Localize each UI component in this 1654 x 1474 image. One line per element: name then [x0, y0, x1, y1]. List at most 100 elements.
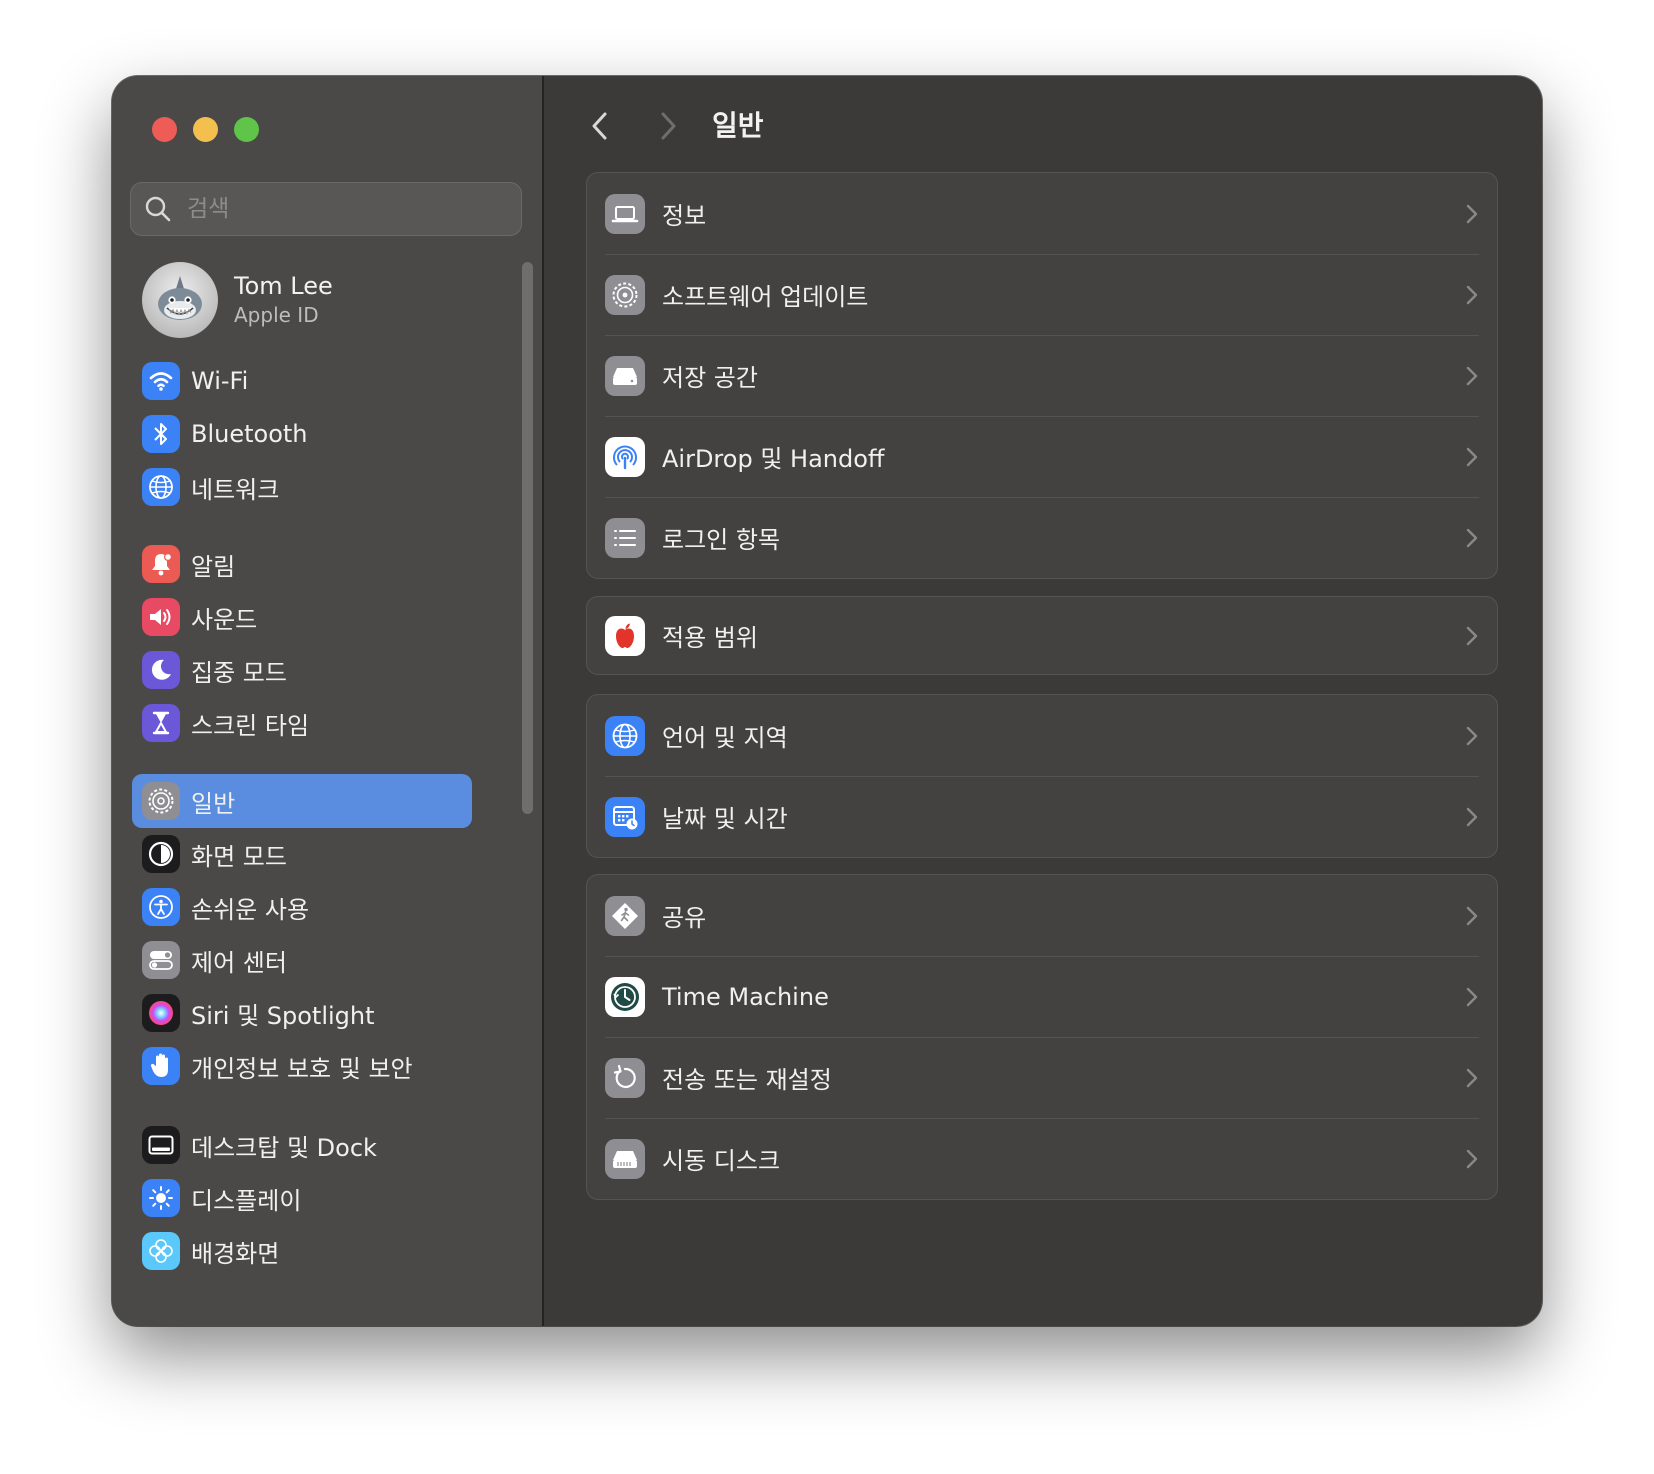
- row-label: 로그인 항목: [662, 526, 781, 554]
- chevron-right-icon: [661, 112, 676, 140]
- minimize-button[interactable]: [193, 117, 218, 142]
- sidebar-item-wifi[interactable]: Wi-Fi: [132, 354, 472, 408]
- chevron-right-icon: [1466, 726, 1478, 746]
- sidebar-item-displays[interactable]: 디스플레이: [132, 1171, 472, 1225]
- sidebar-item-label: 알림: [191, 552, 236, 581]
- row-login-items[interactable]: 로그인 항목: [587, 497, 1497, 578]
- flower-icon: [142, 1232, 180, 1270]
- gear-icon: [142, 782, 180, 820]
- search-input[interactable]: [185, 195, 509, 223]
- settings-window: Tom Lee Apple ID Wi-Fi Bluetooth 네트워크: [112, 76, 1542, 1326]
- accessibility-icon: [142, 888, 180, 926]
- back-button[interactable]: [582, 108, 618, 144]
- airdrop-icon: [605, 436, 645, 477]
- sidebar-item-sound[interactable]: 사운드: [132, 590, 472, 644]
- row-label: 날짜 및 시간: [662, 805, 788, 833]
- moon-icon: [142, 651, 180, 689]
- sidebar-item-label: 개인정보 보호 및 보안: [191, 1054, 413, 1083]
- sidebar-item-label: 집중 모드: [191, 658, 287, 687]
- sidebar-item-label: 손쉬운 사용: [191, 895, 310, 924]
- sidebar-item-label: Siri 및 Spotlight: [191, 1001, 375, 1030]
- row-about[interactable]: 정보: [587, 173, 1497, 254]
- settings-group: 정보 소프트웨어 업데이트 저장 공간 AirDrop 및 Handoff 로그…: [586, 172, 1498, 579]
- sidebar-item-label: 스크린 타임: [191, 711, 310, 740]
- chevron-right-icon: [1466, 626, 1478, 646]
- shark-avatar-icon: [158, 276, 202, 320]
- sidebar-item-screen-time[interactable]: 스크린 타임: [132, 696, 472, 750]
- row-label: 전송 또는 재설정: [662, 1066, 832, 1094]
- globe-icon: [142, 468, 180, 506]
- sidebar-item-wallpaper[interactable]: 배경화면: [132, 1224, 472, 1278]
- row-label: 공유: [662, 904, 707, 932]
- speaker-icon: [142, 598, 180, 636]
- drive-icon: [605, 355, 645, 396]
- sidebar-item-privacy-security[interactable]: 개인정보 보호 및 보안: [132, 1039, 472, 1093]
- chevron-right-icon: [1466, 204, 1478, 224]
- sidebar-scrollbar[interactable]: [522, 262, 533, 814]
- chevron-right-icon: [1466, 528, 1478, 548]
- sidebar-item-appearance[interactable]: 화면 모드: [132, 827, 472, 881]
- settings-group: 언어 및 지역 날짜 및 시간: [586, 694, 1498, 858]
- sidebar-item-network[interactable]: 네트워크: [132, 460, 472, 514]
- window-controls: [152, 117, 259, 142]
- zoom-button[interactable]: [234, 117, 259, 142]
- row-coverage[interactable]: 적용 범위: [587, 597, 1497, 674]
- startup-disk-icon: [605, 1138, 645, 1179]
- gear-badge-icon: [605, 274, 645, 315]
- sidebar-item-accessibility[interactable]: 손쉬운 사용: [132, 880, 472, 934]
- calendar-clock-icon: [605, 796, 645, 837]
- sidebar-item-focus[interactable]: 집중 모드: [132, 643, 472, 697]
- row-label: 정보: [662, 202, 707, 230]
- sidebar-item-siri-spotlight[interactable]: Siri 및 Spotlight: [132, 986, 472, 1040]
- chevron-left-icon: [592, 112, 607, 140]
- chevron-right-icon: [1466, 987, 1478, 1007]
- close-button[interactable]: [152, 117, 177, 142]
- sidebar-item-desktop-dock[interactable]: 데스크탑 및 Dock: [132, 1118, 472, 1172]
- appearance-icon: [142, 835, 180, 873]
- sidebar-item-control-center[interactable]: 제어 센터: [132, 933, 472, 987]
- row-label: Time Machine: [662, 982, 829, 1011]
- sidebar-item-label: 일반: [191, 789, 236, 818]
- apple-id-profile[interactable]: Tom Lee Apple ID: [142, 262, 333, 338]
- sidebar-item-label: 화면 모드: [191, 842, 287, 871]
- globe-icon: [605, 715, 645, 756]
- sidebar-item-label: 배경화면: [191, 1239, 280, 1268]
- sidebar-item-label: Wi-Fi: [191, 367, 249, 395]
- search-icon: [145, 196, 171, 222]
- bell-icon: [142, 545, 180, 583]
- chevron-right-icon: [1466, 807, 1478, 827]
- sidebar-item-label: 네트워크: [191, 475, 280, 504]
- wifi-icon: [142, 362, 180, 400]
- row-label: 적용 범위: [662, 624, 758, 652]
- row-label: AirDrop 및 Handoff: [662, 445, 885, 473]
- time-machine-icon: [605, 976, 645, 1017]
- row-transfer-reset[interactable]: 전송 또는 재설정: [587, 1037, 1497, 1118]
- list-icon: [605, 517, 645, 558]
- main-pane: 일반 정보 소프트웨어 업데이트 저장 공간 AirDrop 및 Handoff…: [544, 76, 1542, 1326]
- apple-logo-icon: [605, 615, 645, 656]
- row-storage[interactable]: 저장 공간: [587, 335, 1497, 416]
- row-time-machine[interactable]: Time Machine: [587, 956, 1497, 1037]
- chevron-right-icon: [1466, 366, 1478, 386]
- settings-group: 공유 Time Machine 전송 또는 재설정 시동 디스크: [586, 874, 1498, 1200]
- forward-button[interactable]: [650, 108, 686, 144]
- profile-subtitle: Apple ID: [234, 303, 319, 327]
- row-sharing[interactable]: 공유: [587, 875, 1497, 956]
- chevron-right-icon: [1466, 285, 1478, 305]
- chevron-right-icon: [1466, 1068, 1478, 1088]
- avatar: [142, 262, 218, 338]
- row-startup-disk[interactable]: 시동 디스크: [587, 1118, 1497, 1199]
- sidebar-item-label: 데스크탑 및 Dock: [191, 1133, 377, 1162]
- row-software-update[interactable]: 소프트웨어 업데이트: [587, 254, 1497, 335]
- search-field[interactable]: [130, 182, 522, 236]
- row-airdrop-handoff[interactable]: AirDrop 및 Handoff: [587, 416, 1497, 497]
- row-label: 소프트웨어 업데이트: [662, 283, 869, 311]
- sidebar-item-notifications[interactable]: 알림: [132, 537, 472, 591]
- settings-group: 적용 범위: [586, 596, 1498, 675]
- sidebar-item-general[interactable]: 일반: [132, 774, 472, 828]
- siri-icon: [142, 994, 180, 1032]
- sidebar-item-label: Bluetooth: [191, 420, 308, 448]
- sidebar-item-bluetooth[interactable]: Bluetooth: [132, 407, 472, 461]
- row-date-time[interactable]: 날짜 및 시간: [587, 776, 1497, 857]
- row-language-region[interactable]: 언어 및 지역: [587, 695, 1497, 776]
